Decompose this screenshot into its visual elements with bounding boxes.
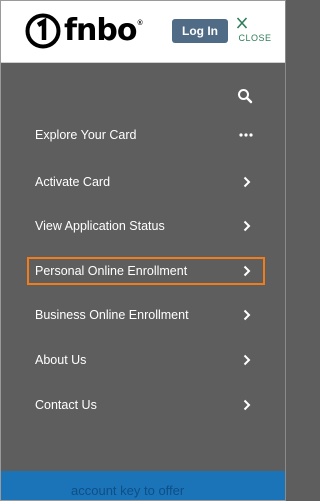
menu-item-label: Business Online Enrollment — [35, 308, 189, 322]
chevron-right-icon — [243, 220, 251, 232]
menu-item-label: Activate Card — [35, 175, 111, 189]
more-dots-icon[interactable] — [239, 133, 253, 137]
navigation-menu: Explore Your Card Activate Card View App… — [1, 63, 285, 471]
menu-item-contact-us[interactable]: Contact Us — [27, 391, 265, 419]
close-label: CLOSE — [238, 33, 272, 43]
page-banner-behind-menu: account key to offer — [1, 471, 285, 500]
chevron-right-icon — [243, 399, 251, 411]
close-button[interactable]: CLOSE — [236, 15, 274, 49]
header-bar: fnbo ® Log In CLOSE — [1, 1, 285, 63]
menu-item-view-application-status[interactable]: View Application Status — [27, 212, 265, 240]
chevron-right-icon — [243, 265, 251, 277]
logo-wordmark: fnbo — [64, 13, 137, 48]
log-in-button[interactable]: Log In — [172, 19, 228, 43]
menu-item-explore-your-card[interactable]: Explore Your Card — [27, 121, 265, 149]
menu-item-label: About Us — [35, 353, 87, 367]
chevron-right-icon — [243, 354, 251, 366]
fnbo-logo-mark-icon — [25, 13, 61, 49]
close-icon — [236, 17, 248, 29]
menu-item-label: View Application Status — [35, 219, 165, 233]
menu-item-label: Contact Us — [35, 398, 97, 412]
fnbo-logo[interactable]: fnbo ® — [25, 13, 143, 49]
menu-item-about-us[interactable]: About Us — [27, 346, 265, 374]
menu-item-business-online-enrollment[interactable]: Business Online Enrollment — [27, 301, 265, 329]
mobile-nav-page: fnbo ® Log In CLOSE Explore Your Card Ac… — [0, 0, 286, 501]
search-icon[interactable] — [237, 88, 253, 104]
menu-item-label: Explore Your Card — [35, 128, 137, 142]
menu-item-label: Personal Online Enrollment — [35, 264, 188, 278]
registered-mark: ® — [137, 19, 143, 27]
menu-item-personal-online-enrollment[interactable]: Personal Online Enrollment — [27, 257, 265, 285]
chevron-right-icon — [243, 176, 251, 188]
banner-partial-text: account key to offer — [71, 483, 185, 498]
chevron-right-icon — [243, 309, 251, 321]
menu-item-activate-card[interactable]: Activate Card — [27, 168, 265, 196]
